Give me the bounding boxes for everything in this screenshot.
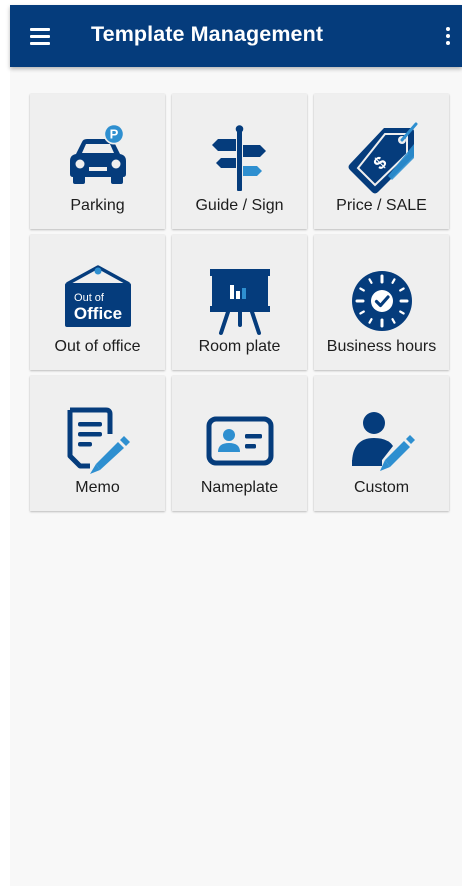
more-vertical-icon[interactable]: [436, 20, 460, 52]
app-bar: Template Management: [10, 5, 462, 67]
template-label: Nameplate: [200, 479, 279, 496]
template-tile-parking[interactable]: P Parking: [30, 94, 165, 229]
template-label: Custom: [353, 479, 410, 496]
id-card-icon: [202, 404, 278, 480]
app-screen: Template Management P Parking Guide / Si…: [10, 5, 462, 886]
clock-icon: [344, 263, 420, 339]
template-tile-room-plate[interactable]: Room plate: [172, 235, 307, 370]
sign-line-1: Out of: [74, 292, 105, 304]
template-grid: P Parking Guide / Sign $ Price / SALE Ou…: [30, 94, 449, 511]
template-label: Guide / Sign: [195, 197, 284, 214]
template-label: Memo: [75, 479, 120, 496]
hamburger-menu-icon[interactable]: [22, 20, 58, 52]
template-label: Business hours: [326, 338, 437, 355]
template-label: Parking: [70, 197, 125, 214]
template-label: Room plate: [198, 338, 281, 355]
out-of-office-sign-icon: Out of Office: [60, 263, 136, 339]
presentation-board-icon: [202, 263, 278, 339]
template-tile-business-hours[interactable]: Business hours: [314, 235, 449, 370]
template-tile-custom[interactable]: Custom: [314, 376, 449, 511]
template-label: Out of office: [54, 338, 141, 355]
price-tag-icon: $: [344, 122, 420, 198]
template-tile-price-sale[interactable]: $ Price / SALE: [314, 94, 449, 229]
signpost-icon: [202, 122, 278, 198]
template-tile-nameplate[interactable]: Nameplate: [172, 376, 307, 511]
sign-line-2: Office: [73, 304, 121, 323]
template-tile-guide-sign[interactable]: Guide / Sign: [172, 94, 307, 229]
parking-badge: P: [109, 127, 118, 142]
memo-pencil-icon: [60, 404, 136, 480]
template-tile-memo[interactable]: Memo: [30, 376, 165, 511]
user-edit-icon: [344, 404, 420, 480]
parking-car-icon: P: [60, 122, 136, 198]
page-title: Template Management: [91, 22, 324, 46]
template-label: Price / SALE: [336, 197, 427, 214]
template-tile-out-of-office[interactable]: Out of Office Out of office: [30, 235, 165, 370]
